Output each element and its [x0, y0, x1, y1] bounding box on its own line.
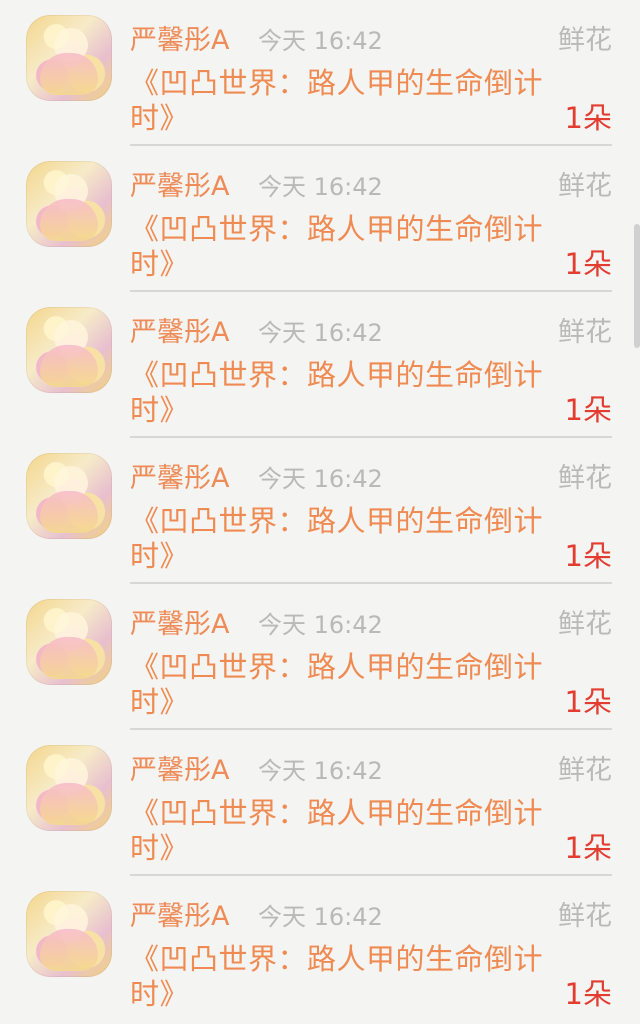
gift-count: 1朵 — [564, 247, 612, 281]
notification-item[interactable]: 严馨彤A 今天 16:42 鲜花 《凹凸世界：路人甲的生命倒计时》 1朵 — [0, 730, 640, 876]
story-title[interactable]: 《凹凸世界：路人甲的生命倒计时》 — [130, 650, 560, 720]
sender-name[interactable]: 严馨彤A — [130, 462, 229, 496]
story-title[interactable]: 《凹凸世界：路人甲的生命倒计时》 — [130, 796, 560, 866]
notification-feed: 严馨彤A 今天 16:42 鲜花 《凹凸世界：路人甲的生命倒计时》 1朵 严馨彤… — [0, 0, 640, 1024]
story-title[interactable]: 《凹凸世界：路人甲的生命倒计时》 — [130, 212, 560, 282]
notification-item[interactable]: 严馨彤A 今天 16:42 鲜花 《凹凸世界：路人甲的生命倒计时》 1朵 — [0, 438, 640, 584]
avatar[interactable] — [26, 453, 112, 539]
gift-count: 1朵 — [564, 101, 612, 135]
avatar[interactable] — [26, 745, 112, 831]
timestamp: 今天 16:42 — [258, 757, 383, 785]
gift-count: 1朵 — [564, 539, 612, 573]
timestamp: 今天 16:42 — [258, 27, 383, 55]
notification-item[interactable]: 严馨彤A 今天 16:42 鲜花 《凹凸世界：路人甲的生命倒计时》 1朵 — [0, 0, 640, 146]
gift-type: 鲜花 — [558, 317, 612, 348]
story-title[interactable]: 《凹凸世界：路人甲的生命倒计时》 — [130, 66, 560, 136]
story-title[interactable]: 《凹凸世界：路人甲的生命倒计时》 — [130, 942, 560, 1012]
gift-count: 1朵 — [564, 831, 612, 865]
avatar[interactable] — [26, 599, 112, 685]
gift-type: 鲜花 — [558, 463, 612, 494]
avatar[interactable] — [26, 15, 112, 101]
gift-type: 鲜花 — [558, 609, 612, 640]
story-title[interactable]: 《凹凸世界：路人甲的生命倒计时》 — [130, 504, 560, 574]
avatar[interactable] — [26, 161, 112, 247]
sender-name[interactable]: 严馨彤A — [130, 170, 229, 204]
story-title[interactable]: 《凹凸世界：路人甲的生命倒计时》 — [130, 358, 560, 428]
gift-type: 鲜花 — [558, 171, 612, 202]
timestamp: 今天 16:42 — [258, 611, 383, 639]
scrollbar[interactable] — [634, 224, 640, 348]
timestamp: 今天 16:42 — [258, 903, 383, 931]
sender-name[interactable]: 严馨彤A — [130, 316, 229, 350]
gift-count: 1朵 — [564, 685, 612, 719]
gift-type: 鲜花 — [558, 25, 612, 56]
sender-name[interactable]: 严馨彤A — [130, 754, 229, 788]
notification-item[interactable]: 严馨彤A 今天 16:42 鲜花 《凹凸世界：路人甲的生命倒计时》 1朵 — [0, 146, 640, 292]
notification-item[interactable]: 严馨彤A 今天 16:42 鲜花 《凹凸世界：路人甲的生命倒计时》 1朵 — [0, 292, 640, 438]
timestamp: 今天 16:42 — [258, 319, 383, 347]
sender-name[interactable]: 严馨彤A — [130, 24, 229, 58]
gift-count: 1朵 — [564, 393, 612, 427]
sender-name[interactable]: 严馨彤A — [130, 608, 229, 642]
sender-name[interactable]: 严馨彤A — [130, 900, 229, 934]
gift-type: 鲜花 — [558, 755, 612, 786]
notification-item[interactable]: 严馨彤A 今天 16:42 鲜花 《凹凸世界：路人甲的生命倒计时》 1朵 — [0, 584, 640, 730]
notification-item[interactable]: 严馨彤A 今天 16:42 鲜花 《凹凸世界：路人甲的生命倒计时》 1朵 — [0, 876, 640, 1022]
avatar[interactable] — [26, 307, 112, 393]
gift-type: 鲜花 — [558, 901, 612, 932]
timestamp: 今天 16:42 — [258, 173, 383, 201]
avatar[interactable] — [26, 891, 112, 977]
timestamp: 今天 16:42 — [258, 465, 383, 493]
gift-count: 1朵 — [564, 977, 612, 1011]
